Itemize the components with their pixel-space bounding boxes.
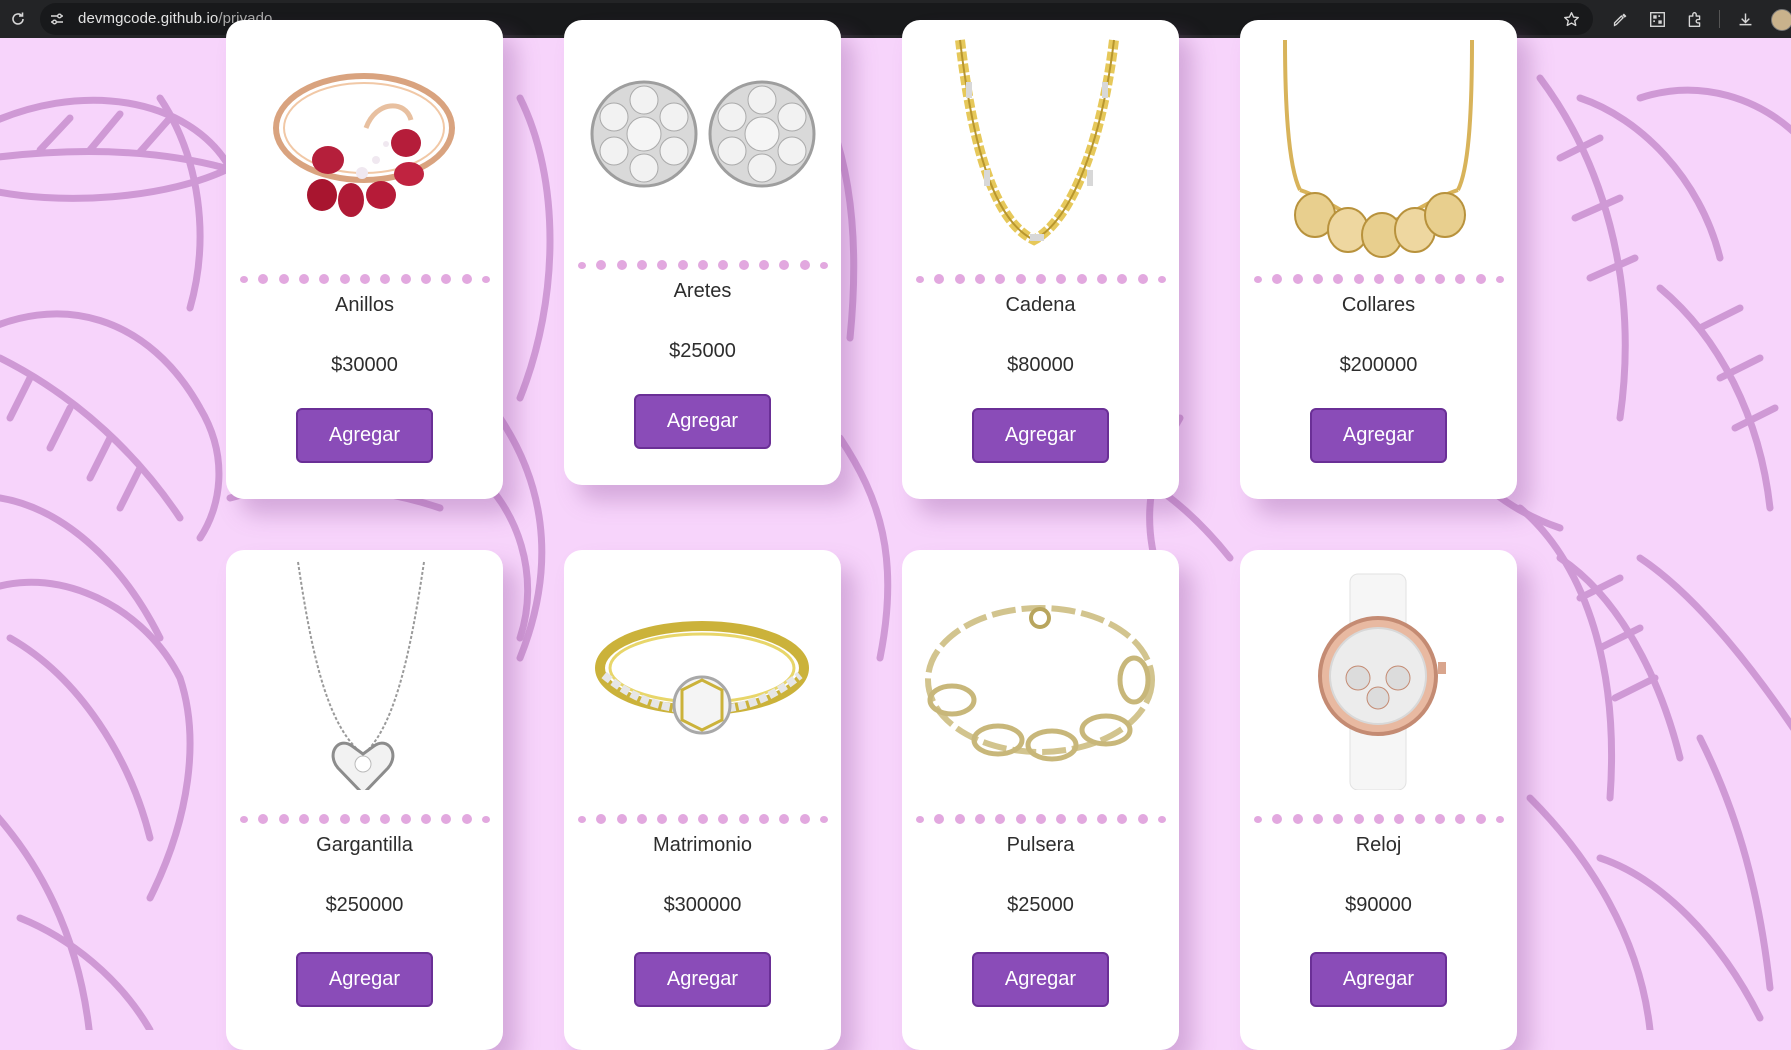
heart-pendant-necklace-image [297,561,425,790]
product-card: Reloj $90000 Agregar [1240,550,1517,1050]
gold-link-bracelet-image [925,605,1155,762]
rose-gold-watch-image [1318,573,1446,790]
product-name: Aretes [673,280,732,302]
dotted-divider [240,274,490,284]
dotted-divider [578,260,828,270]
product-price: $250000 [325,894,404,916]
gold-chain-image [955,39,1119,246]
product-name: Gargantilla [316,834,413,856]
add-to-cart-button[interactable]: Agregar [296,952,433,1007]
add-to-cart-button[interactable]: Agregar [634,952,771,1007]
product-card: Aretes $25000 Agregar [564,20,841,485]
dotted-divider [916,274,1166,284]
product-name: Matrimonio [653,834,752,856]
product-card: Matrimonio $300000 Agregar [564,550,841,1050]
add-to-cart-button[interactable]: Agregar [634,394,771,449]
product-name: Reloj [1355,834,1402,856]
product-price: $200000 [1339,354,1418,376]
product-name: Collares [1341,294,1416,316]
diamond-earrings-image [590,80,816,188]
dotted-divider [1254,274,1504,284]
dotted-divider [916,814,1166,824]
ruby-ring-image [273,73,455,217]
add-to-cart-button[interactable]: Agregar [296,408,433,463]
product-name: Anillos [335,294,394,316]
add-to-cart-button[interactable]: Agregar [1310,952,1447,1007]
add-to-cart-button[interactable]: Agregar [1310,408,1447,463]
product-card: Collares $200000 Agregar [1240,20,1517,499]
product-price: $30000 [331,354,398,376]
product-price: $80000 [1007,354,1074,376]
product-price: $25000 [1007,894,1074,916]
dotted-divider [240,814,490,824]
product-price: $90000 [1345,894,1412,916]
product-card: Cadena $80000 Agregar [902,20,1179,499]
dotted-divider [1254,814,1504,824]
gold-filigree-necklace-image [1283,39,1474,258]
product-card: Gargantilla $250000 Agregar [226,550,503,1050]
add-to-cart-button[interactable]: Agregar [972,952,1109,1007]
add-to-cart-button[interactable]: Agregar [972,408,1109,463]
dotted-divider [578,814,828,824]
product-price: $300000 [663,894,742,916]
product-card: Pulsera $25000 Agregar [902,550,1179,1050]
product-name: Cadena [1005,294,1076,316]
product-name: Pulsera [1006,834,1075,856]
product-card: Anillos $30000 Agregar [226,20,503,499]
product-price: $25000 [669,340,736,362]
product-grid: Anillos $30000 Agregar Aretes $25000 Agr… [0,0,1791,1050]
gold-engagement-ring-image [595,621,809,735]
